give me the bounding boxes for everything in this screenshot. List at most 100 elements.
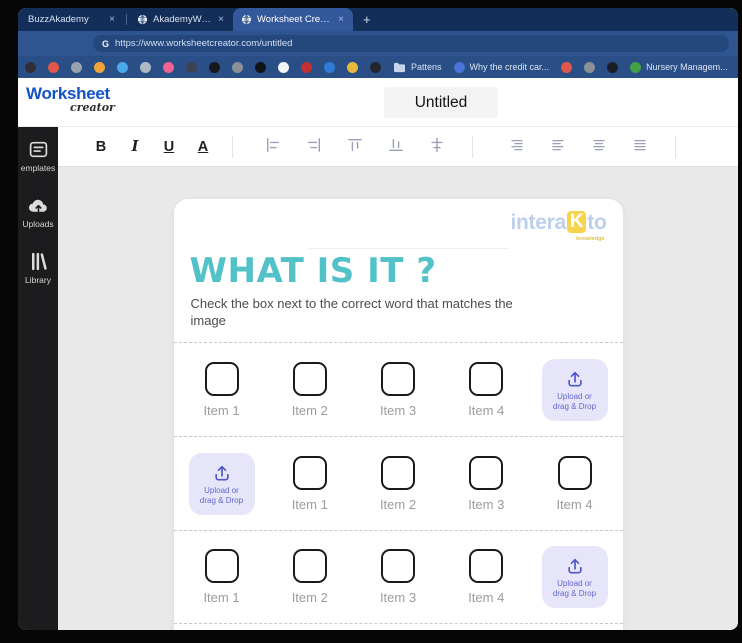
answer-checkbox[interactable] — [292, 361, 327, 396]
bookmark-favicon-icon[interactable] — [186, 61, 197, 73]
upload-icon — [565, 556, 585, 576]
bookmark-favicon-icon[interactable] — [278, 61, 289, 73]
sidebar-item-label: emplates — [20, 163, 56, 173]
text-block-outline — [308, 248, 509, 249]
upload-text: Upload or — [557, 391, 592, 401]
toolbar-divider — [675, 135, 676, 158]
answer-label: Item 3 — [379, 590, 417, 605]
text-align-right-button[interactable] — [499, 132, 535, 162]
bookmark-favicon-icon[interactable] — [301, 61, 312, 73]
obj-align-center-button[interactable] — [419, 132, 455, 162]
browser-tab[interactable]: BuzzAkademy × — [20, 8, 124, 31]
worksheet-rows: Item 1 Item 2 Item 3 Item 4 Upload or drag & … — [173, 342, 623, 624]
worksheet-row: Item 1 Item 2 Item 3 Item 4 Upload or drag & … — [173, 530, 623, 624]
close-tab-icon[interactable]: × — [217, 14, 225, 25]
close-tab-icon[interactable]: × — [337, 14, 345, 25]
obj-align-bottom-button[interactable] — [378, 132, 414, 162]
bookmark-favicon-icon[interactable] — [324, 61, 335, 73]
worksheet-row: Item 1 Item 2 Item 3 Item 4 Upload or drag & … — [173, 342, 623, 436]
answer-option: Item 3 — [365, 549, 431, 605]
bookmark-favicon-icon[interactable] — [607, 61, 619, 73]
bookmark-link[interactable]: Nursery Managem... — [630, 61, 728, 73]
address-bar[interactable]: G https://www.worksheetcreator.com/untit… — [93, 35, 729, 52]
answer-option: Item 1 — [277, 455, 343, 512]
bold-button[interactable]: B — [84, 139, 118, 155]
bookmark-favicon-icon[interactable] — [71, 61, 82, 73]
tab-title: Worksheet Creator — [257, 14, 333, 25]
answer-checkbox[interactable] — [469, 455, 504, 490]
answer-label: Item 4 — [468, 402, 505, 418]
answer-checkbox[interactable] — [292, 455, 327, 490]
answer-checkbox[interactable] — [381, 549, 415, 583]
upload-icon — [565, 369, 585, 389]
document-title-field[interactable]: Untitled — [384, 87, 498, 118]
text-align-left-button[interactable] — [540, 132, 576, 162]
bookmark-favicon-icon[interactable] — [370, 61, 381, 73]
close-tab-icon[interactable]: × — [108, 14, 116, 25]
canvas-area: intera Kto knowledge WHAT IS IT ? Check t… — [58, 167, 738, 630]
answer-checkbox[interactable] — [204, 549, 239, 583]
worksheet-instructions[interactable]: Check the box next to the correct word t… — [191, 295, 526, 329]
obj-align-left-icon — [265, 137, 281, 156]
sidebar-item-label: Uploads — [22, 219, 54, 229]
upload-dropzone[interactable]: Upload or drag & Drop — [541, 546, 608, 608]
bookmark-favicon-icon[interactable] — [232, 61, 243, 73]
new-tab-button[interactable]: + — [353, 8, 381, 31]
bookmark-favicon-icon[interactable] — [94, 61, 105, 73]
bookmark-favicon-icon[interactable] — [140, 61, 151, 73]
bookmark-favicon-icon[interactable] — [117, 61, 128, 73]
bookmark-favicon-icon[interactable] — [584, 61, 596, 73]
answer-checkbox[interactable] — [204, 361, 239, 396]
collapse-toolbar-button[interactable] — [716, 132, 738, 162]
underline-button[interactable]: U — [152, 139, 186, 155]
bookmark-favicon-icon[interactable] — [48, 61, 59, 73]
bookmark-label: Nursery Managem... — [646, 62, 728, 72]
text-color-button[interactable]: A — [186, 139, 220, 155]
bookmark-label: Pattens — [411, 62, 442, 72]
home-icon[interactable] — [71, 37, 84, 50]
answer-checkbox[interactable] — [557, 455, 592, 490]
bookmark-favicon-icon[interactable] — [209, 61, 220, 73]
bookmark-favicon-icon[interactable] — [25, 61, 36, 73]
browser-tab[interactable]: Worksheet Creator × — [233, 8, 353, 31]
bookmark-favicon-icon[interactable] — [561, 61, 573, 73]
worksheet-page[interactable]: intera Kto knowledge WHAT IS IT ? Check t… — [173, 199, 623, 630]
sidebar-item-label: Library — [25, 275, 51, 285]
worksheet-row: Upload or drag & Drop Item 1 Item 2 Item 3 It… — [173, 436, 623, 530]
watermark-tagline: knowledge — [576, 236, 605, 242]
answer-checkbox[interactable] — [381, 455, 415, 490]
obj-align-right-button[interactable] — [296, 132, 332, 162]
answer-option: Item 4 — [542, 455, 608, 512]
site-favicon-icon — [137, 14, 148, 25]
watermark-text: intera — [510, 210, 566, 234]
worksheet-title[interactable]: WHAT IS IT ? — [190, 254, 607, 288]
answer-option: Item 2 — [365, 455, 431, 512]
sidebar-item-library[interactable]: Library — [18, 251, 58, 285]
forward-icon[interactable] — [27, 37, 40, 50]
browser-tab[interactable]: AkademyWorksheers × — [129, 8, 233, 31]
bookmark-link[interactable]: Why the credit car... — [453, 61, 549, 73]
bookmark-favicon-icon[interactable] — [163, 61, 174, 73]
reload-icon[interactable] — [49, 37, 62, 50]
text-justify-button[interactable] — [622, 132, 658, 162]
text-align-center-button[interactable] — [581, 132, 617, 162]
answer-label: Item 3 — [468, 496, 505, 512]
answer-checkbox[interactable] — [292, 549, 327, 583]
upload-dropzone[interactable]: Upload or drag & Drop — [541, 358, 608, 421]
answer-checkbox[interactable] — [381, 361, 415, 396]
sidebar-item-uploads[interactable]: Uploads — [18, 195, 58, 229]
bookmark-favicon-icon[interactable] — [347, 61, 358, 73]
italic-button[interactable]: I — [118, 138, 152, 155]
bookmark-favicon-icon[interactable] — [255, 61, 266, 73]
google-g-icon: G — [102, 38, 110, 49]
answer-option: Item 3 — [365, 361, 431, 418]
upload-dropzone[interactable]: Upload or drag & Drop — [188, 452, 255, 515]
bookmark-folder[interactable]: Pattens — [393, 62, 442, 73]
answer-checkbox[interactable] — [469, 361, 504, 396]
answer-checkbox[interactable] — [469, 549, 504, 583]
obj-align-left-button[interactable] — [255, 132, 291, 162]
obj-align-top-button[interactable] — [337, 132, 373, 162]
upload-text: Upload or — [557, 579, 592, 588]
sidebar-item-templates[interactable]: emplates — [18, 139, 58, 173]
main-area: emplates Uploads Library B I U A intera … — [18, 127, 738, 630]
